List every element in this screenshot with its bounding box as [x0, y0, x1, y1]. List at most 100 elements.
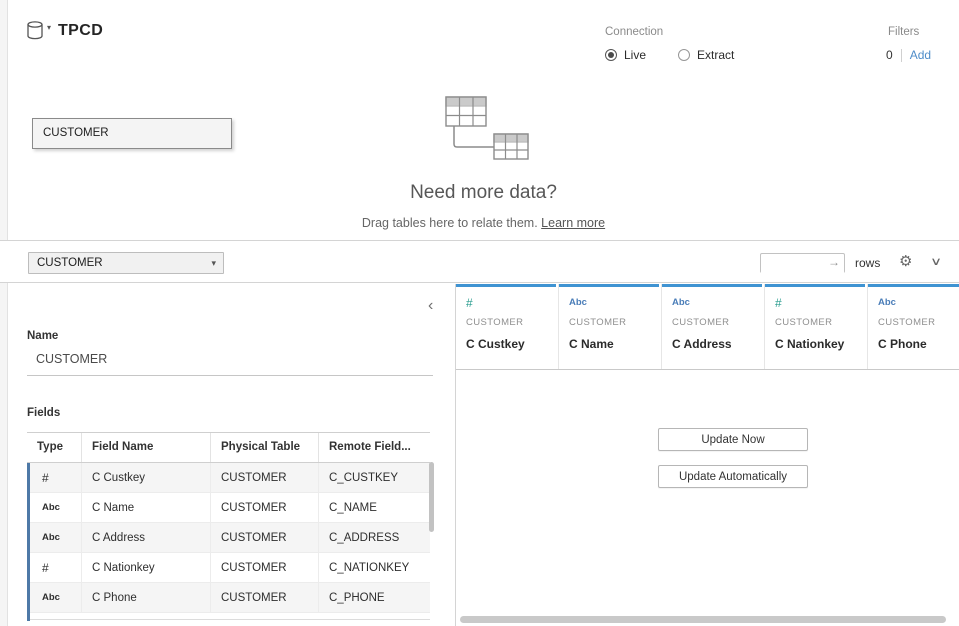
table-color-bar: [868, 284, 959, 287]
chevron-down-icon[interactable]: ∨: [930, 255, 942, 268]
string-type-icon: Abc: [27, 523, 82, 552]
table-color-bar: [662, 284, 762, 287]
string-type-icon: Abc: [672, 297, 754, 309]
table-row[interactable]: # C Nationkey CUSTOMER C_NATIONKEY: [27, 553, 430, 583]
string-type-icon: Abc: [27, 583, 82, 612]
remote-field-cell: C_NAME: [319, 493, 430, 522]
tableau-datasource-page: ▾ TPCD Connection Live Extract Filters 0: [0, 0, 959, 626]
number-type-icon: #: [775, 297, 857, 309]
table-row[interactable]: Abc C Phone CUSTOMER C_PHONE: [27, 583, 430, 613]
filters-section: Filters 0 Add: [888, 26, 931, 62]
grid-column-table: CUSTOMER: [775, 317, 857, 328]
canvas-area: ▾ TPCD Connection Live Extract Filters 0: [8, 0, 959, 240]
field-name-cell: C Address: [82, 523, 211, 552]
add-filter-link[interactable]: Add: [910, 48, 931, 62]
rows-input-wrap: →: [760, 253, 845, 273]
column-header-field[interactable]: Field Name: [82, 433, 211, 462]
table-color-bar: [456, 284, 556, 287]
grid-column-table: CUSTOMER: [878, 317, 959, 328]
table-row[interactable]: Abc C Name CUSTOMER C_NAME: [27, 493, 430, 523]
remote-field-cell: C_ADDRESS: [319, 523, 430, 552]
table-select-dropdown[interactable]: CUSTOMER ▾: [28, 252, 224, 274]
remote-field-cell: C_PHONE: [319, 583, 430, 612]
radio-extract[interactable]: Extract: [678, 48, 734, 62]
radio-live-label: Live: [624, 48, 646, 62]
column-header-physical[interactable]: Physical Table: [211, 433, 319, 462]
number-type-icon: #: [27, 553, 82, 582]
logical-table-pill[interactable]: CUSTOMER: [32, 118, 232, 149]
grid-column-field: C Nationkey: [775, 337, 857, 351]
physical-table-cell: CUSTOMER: [211, 493, 319, 522]
remote-field-cell: C_NATIONKEY: [319, 553, 430, 582]
grid-column-header[interactable]: Abc CUSTOMER C Address: [662, 284, 765, 370]
caret-down-icon: ▾: [47, 23, 51, 32]
hint-text: Drag tables here to relate them.: [362, 216, 538, 230]
grid-column-header[interactable]: # CUSTOMER C Custkey: [456, 284, 559, 370]
gear-icon[interactable]: ⚙: [899, 252, 912, 270]
column-header-remote[interactable]: Remote Field...: [319, 433, 430, 462]
update-now-button[interactable]: Update Now: [658, 428, 808, 451]
empty-state-hint: Drag tables here to relate them. Learn m…: [8, 216, 959, 230]
data-preview-grid: # CUSTOMER C Custkey Abc CUSTOMER C Name…: [456, 284, 959, 626]
update-automatically-button[interactable]: Update Automatically: [658, 465, 808, 488]
radio-live[interactable]: Live: [605, 48, 646, 62]
relate-tables-illustration-icon: [438, 94, 543, 169]
grid-column-table: CUSTOMER: [672, 317, 754, 328]
string-type-icon: Abc: [569, 297, 651, 309]
grid-column-field: C Custkey: [466, 337, 548, 351]
string-type-icon: Abc: [27, 493, 82, 522]
grid-column-field: C Name: [569, 337, 651, 351]
grid-column-field: C Phone: [878, 337, 959, 351]
grid-column-field: C Address: [672, 337, 754, 351]
divider: [27, 375, 433, 376]
physical-table-cell: CUSTOMER: [211, 523, 319, 552]
datasource-menu-button[interactable]: ▾: [26, 20, 51, 46]
table-color-strip: [27, 463, 30, 621]
grid-toolbar: CUSTOMER ▾ → rows ⚙ ∨: [0, 240, 959, 283]
connection-label: Connection: [605, 26, 734, 38]
radio-extract-circle-icon: [678, 49, 690, 61]
divider: [901, 49, 902, 62]
vertical-scrollbar[interactable]: [429, 462, 434, 532]
database-icon: [26, 20, 44, 46]
grid-column-header[interactable]: Abc CUSTOMER C Phone: [868, 284, 959, 370]
table-row-clipped: [27, 613, 430, 620]
field-name-cell: C Name: [82, 493, 211, 522]
table-color-bar: [559, 284, 659, 287]
grid-header-row: # CUSTOMER C Custkey Abc CUSTOMER C Name…: [456, 284, 959, 370]
table-row[interactable]: Abc C Address CUSTOMER C_ADDRESS: [27, 523, 430, 553]
filters-label: Filters: [888, 26, 931, 38]
number-type-icon: #: [466, 297, 548, 309]
physical-table-cell: CUSTOMER: [211, 583, 319, 612]
table-row[interactable]: # C Custkey CUSTOMER C_CUSTKEY: [27, 463, 430, 493]
rows-label: rows: [855, 256, 880, 270]
remote-field-cell: C_CUSTKEY: [319, 463, 430, 492]
table-select-value: CUSTOMER: [37, 257, 103, 269]
field-name-cell: C Nationkey: [82, 553, 211, 582]
fields-label: Fields: [27, 407, 60, 419]
name-value[interactable]: CUSTOMER: [36, 352, 107, 366]
empty-state-title: Need more data?: [8, 182, 959, 204]
radio-extract-label: Extract: [697, 48, 734, 62]
datasource-title: TPCD: [58, 22, 103, 40]
physical-table-cell: CUSTOMER: [211, 553, 319, 582]
filters-count: 0: [886, 48, 893, 62]
grid-column-header[interactable]: Abc CUSTOMER C Name: [559, 284, 662, 370]
horizontal-scrollbar[interactable]: [460, 616, 946, 623]
number-type-icon: #: [27, 463, 82, 492]
connection-section: Connection Live Extract: [605, 26, 734, 62]
column-header-type[interactable]: Type: [27, 433, 82, 462]
grid-column-table: CUSTOMER: [466, 317, 548, 328]
caret-down-icon: ▾: [211, 253, 216, 273]
fields-table-header: Type Field Name Physical Table Remote Fi…: [27, 432, 430, 463]
name-label: Name: [27, 330, 58, 342]
grid-column-table: CUSTOMER: [569, 317, 651, 328]
left-pane-collapsed-rail[interactable]: [0, 0, 8, 626]
learn-more-link[interactable]: Learn more: [541, 216, 605, 230]
metadata-panel: ‹ Name CUSTOMER Fields Type Field Name P…: [8, 284, 455, 626]
fields-table: Type Field Name Physical Table Remote Fi…: [27, 432, 430, 620]
collapse-panel-icon[interactable]: ‹: [428, 298, 433, 314]
arrow-right-icon: →: [828, 255, 840, 269]
grid-column-header[interactable]: # CUSTOMER C Nationkey: [765, 284, 868, 370]
field-name-cell: C Custkey: [82, 463, 211, 492]
